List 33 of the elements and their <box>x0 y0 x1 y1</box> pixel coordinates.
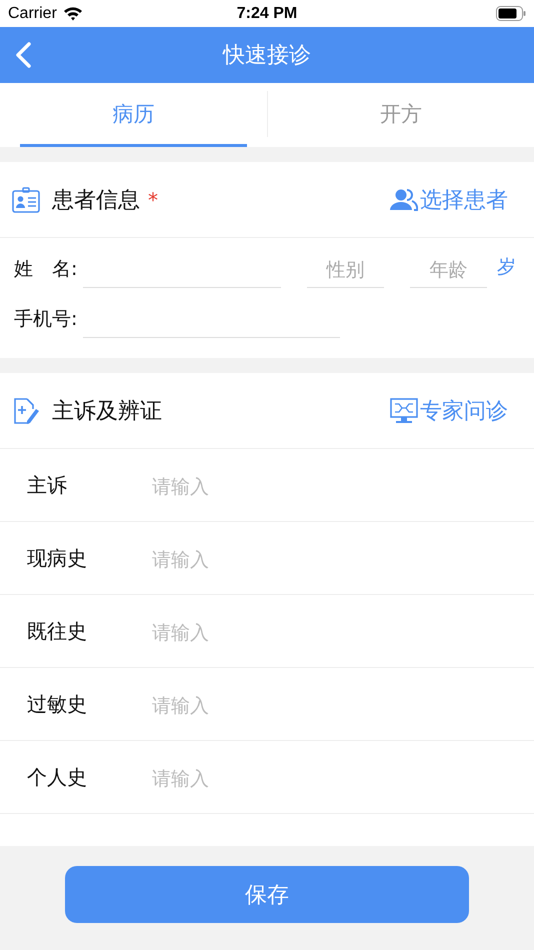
phone-label: 手机号: <box>14 307 78 332</box>
gender-input[interactable]: 性别 <box>307 252 384 288</box>
edit-document-icon <box>12 396 40 424</box>
status-time: 7:24 PM <box>236 4 298 22</box>
input-field[interactable]: 请输入 <box>150 767 534 791</box>
id-card-icon <box>12 186 40 212</box>
field-label: 主诉 <box>27 472 68 498</box>
field-label: 过敏史 <box>27 690 88 718</box>
input-field[interactable]: 请输入 <box>150 621 534 645</box>
input-field[interactable]: 请输入 <box>150 548 534 572</box>
field-label: 现病史 <box>27 544 88 572</box>
tab[interactable]: 病历 <box>20 83 246 147</box>
field-label: 个人史 <box>27 764 88 790</box>
required-mark: * <box>148 188 158 212</box>
monitor-icon <box>390 396 418 424</box>
name-label: 姓 名: <box>14 257 78 282</box>
input-field[interactable]: 请输入 <box>150 475 534 499</box>
section-title: 主诉及辨证 <box>52 398 162 426</box>
age-unit: 岁 <box>497 255 516 280</box>
carrier-text: Carrier <box>8 4 57 22</box>
expert-consult-button[interactable]: 专家问诊 <box>390 396 508 426</box>
wifi-icon <box>62 6 83 21</box>
input-field[interactable]: 请输入 <box>150 694 534 718</box>
field-label: 既往史 <box>27 618 88 644</box>
age-input[interactable]: 年龄 <box>410 252 487 288</box>
battery-icon <box>496 6 526 21</box>
select-patient-button[interactable]: 选择患者 <box>390 184 508 214</box>
people-icon <box>390 188 418 212</box>
section-title: 患者信息 <box>52 186 140 214</box>
save-button[interactable]: 保存 <box>65 866 469 923</box>
nav-title: 快速接诊 <box>222 42 312 70</box>
back-icon <box>14 41 32 69</box>
tab[interactable]: 开方 <box>288 83 514 147</box>
